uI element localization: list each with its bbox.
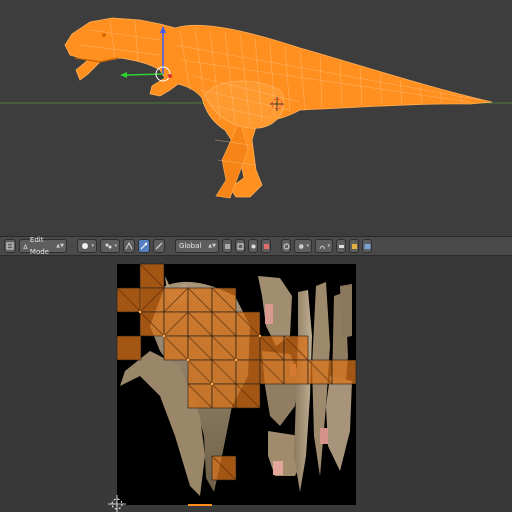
proportional-edit-icon (298, 243, 304, 249)
face-select-button[interactable] (222, 239, 232, 253)
face-select-icon (224, 243, 230, 249)
sticky-selection-icon (251, 244, 255, 248)
uv-sync-selection-button[interactable] (123, 239, 135, 253)
snap-toggle[interactable] (281, 239, 291, 253)
island-select-icon (237, 243, 243, 249)
edge-select-button[interactable] (153, 239, 165, 253)
uv-stretch-icon (338, 244, 344, 248)
vertex-select-button[interactable] (138, 239, 150, 253)
edge-select-icon (155, 242, 163, 250)
uv-sync-selection-icon (125, 242, 133, 250)
dropdown-arrows-icon: ▲▼ (208, 243, 216, 249)
uv-editor-header: Edit Mode ▲▼ ▾ ▾ Global ▲▼ ▾ ▾ (0, 236, 512, 256)
vertex-select-icon (140, 242, 148, 250)
uv-stretch-button[interactable] (336, 239, 346, 253)
pivot-space-dropdown[interactable]: Global ▲▼ (175, 239, 219, 253)
mode-label: Edit Mode (29, 236, 49, 256)
x-axis-dot[interactable] (168, 74, 172, 78)
pivot-space-label: Global (179, 242, 202, 250)
sticky-selection-button[interactable] (248, 239, 258, 253)
viewport-canvas[interactable] (0, 0, 512, 236)
proportional-edit-dropdown[interactable]: ▾ (294, 239, 312, 253)
falloff-icon (319, 245, 325, 249)
uv-edge-selection[interactable] (188, 504, 212, 506)
falloff-dropdown[interactable]: ▾ (315, 239, 333, 253)
render-button[interactable] (349, 239, 359, 253)
pivot-point-dropdown[interactable]: ▾ (100, 239, 120, 253)
3d-viewport[interactable] (0, 0, 512, 236)
image-browse-button[interactable] (362, 239, 372, 253)
pivot-point-icon (105, 243, 112, 249)
y-axis-handle[interactable] (124, 73, 164, 76)
y-axis-arrow-icon[interactable] (120, 72, 127, 78)
image-pin-icon (263, 243, 269, 249)
uv-canvas-svg[interactable] (0, 256, 512, 512)
mode-selector[interactable]: Edit Mode ▲▼ (19, 236, 67, 256)
image-browse-icon (364, 243, 370, 249)
dropdown-arrows-icon: ▾ (327, 243, 330, 249)
dropdown-arrows-icon: ▾ (91, 243, 94, 249)
image-pin-button[interactable] (261, 239, 271, 253)
render-icon (351, 243, 357, 249)
viewport-shading-icon (82, 243, 88, 249)
blender-window: Edit Mode ▲▼ ▾ ▾ Global ▲▼ ▾ ▾ (0, 0, 512, 512)
dropdown-arrows-icon: ▾ (114, 243, 117, 249)
snap-icon (283, 243, 289, 249)
viewport-shading-dropdown[interactable]: ▾ (77, 239, 97, 253)
island-select-button[interactable] (235, 239, 245, 253)
t-rex-mesh[interactable] (64, 17, 493, 199)
edit-mode-icon (23, 243, 28, 249)
dropdown-arrows-icon: ▾ (306, 243, 309, 249)
uv-image-editor-icon[interactable] (4, 239, 16, 253)
dropdown-arrows-icon: ▲▼ (56, 243, 64, 249)
uv-editor-canvas[interactable] (0, 256, 512, 512)
mesh-eye (102, 33, 106, 37)
